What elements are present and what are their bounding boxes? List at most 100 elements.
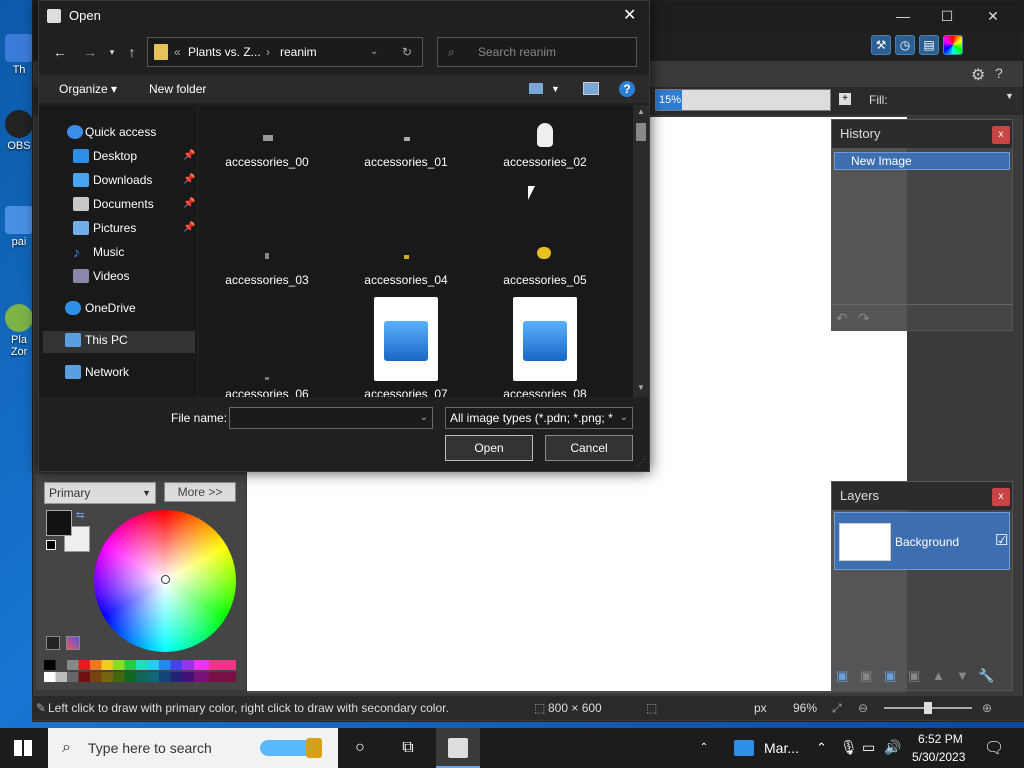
nav-music[interactable]: ♪ Music [39,241,197,263]
file-item[interactable]: accessories_08 [485,297,605,397]
taskbar-paintdotnet[interactable] [436,728,480,768]
desktop-icon-2[interactable]: pai [2,206,36,248]
zoom-in-icon[interactable]: ⊕ [982,696,992,720]
new-folder-button[interactable]: New folder [149,75,206,103]
refresh-icon[interactable]: ↻ [402,38,412,66]
zoom-level[interactable]: 96% [793,696,817,720]
network-icon[interactable]: ▭ [862,739,875,756]
recent-locations-chevron-icon[interactable]: ▾ [101,41,123,63]
search-box[interactable]: ⌕ Search reanim [437,37,637,67]
desktop-icon-1[interactable]: OBS [2,110,36,152]
undo-icon[interactable]: ↶ [836,310,848,327]
scroll-taskbar-icon[interactable]: ⌃ [692,736,716,760]
show-hidden-icons[interactable]: ⌃ [816,740,827,756]
notifications-icon[interactable]: 🗨 [984,738,1004,758]
cortana-icon[interactable]: ○ [348,736,372,760]
file-item[interactable]: accessories_04 [346,237,466,287]
redo-icon[interactable]: ↷ [858,310,870,327]
organize-button[interactable]: Organize ▾ [59,75,117,103]
merge-layer-icon[interactable]: ▣ [908,668,920,684]
scrollbar-thumb[interactable] [636,123,646,141]
file-item[interactable]: accessories_00 [207,119,327,169]
maximize-button[interactable]: ☐ [927,5,967,27]
breadcrumb-overflow[interactable]: « [174,38,181,66]
swap-colors-icon[interactable]: ⇆ [76,510,84,521]
file-item[interactable]: accessories_07 [346,297,466,397]
colors-window-icon[interactable] [943,35,963,55]
palette-icon[interactable] [66,636,80,650]
move-layer-up-icon[interactable]: ▲ [932,668,945,683]
windows-start-icon[interactable] [14,740,32,756]
help-button[interactable]: ? [619,81,635,97]
zoom-out-icon[interactable]: ⊖ [858,696,868,720]
tools-icon[interactable]: ⚒ [871,35,891,55]
duplicate-layer-icon[interactable]: ▣ [884,668,896,684]
file-name-input[interactable]: ⌄ [229,407,433,429]
weather-label[interactable]: Mar... [764,740,799,756]
file-item[interactable]: accessories_03 [207,237,327,287]
palette-swatches-dark[interactable] [44,672,236,682]
file-item[interactable]: accessories_06 [207,295,327,397]
breadcrumb-current[interactable]: reanim [280,38,317,66]
delete-layer-icon[interactable]: ▣ [860,668,872,684]
layer-visible-checkbox[interactable]: ☑ [995,531,1008,549]
weather-icon[interactable] [734,740,754,756]
scroll-up-icon[interactable]: ▲ [637,107,645,116]
back-button[interactable]: ← [49,41,71,63]
more-colors-button[interactable]: More >> [164,482,236,502]
cancel-button[interactable]: Cancel [545,435,633,461]
file-item[interactable]: accessories_05 [485,237,605,287]
add-to-palette-icon[interactable] [46,636,60,650]
resize-grip-icon[interactable]: ⋰ [637,457,646,468]
file-type-select[interactable]: All image types (*.pdn; *.png; * ⌄ [445,407,633,429]
clock-date[interactable]: 5/30/2023 [912,750,965,764]
desktop-icon-3[interactable]: Pla Zor [2,304,36,358]
nav-desktop[interactable]: Desktop 📌 [39,145,197,167]
layer-properties-icon[interactable]: 🔧 [978,668,994,684]
up-button[interactable]: ↑ [121,41,143,63]
history-item[interactable]: New Image [834,152,1010,170]
move-layer-down-icon[interactable]: ▼ [956,668,969,683]
help-icon[interactable]: ? [995,65,1003,81]
zoom-to-window-icon[interactable]: ⤢ [832,696,842,720]
nav-network[interactable]: Network [39,361,197,383]
color-mode-select[interactable]: Primary ▼ [44,482,156,504]
layers-close-button[interactable]: x [992,488,1010,506]
minimize-button[interactable]: — [883,5,923,27]
nav-pictures[interactable]: Pictures 📌 [39,217,197,239]
file-item[interactable]: accessories_01 [346,119,466,169]
close-button[interactable]: ✕ [973,5,1013,27]
layers-window-icon[interactable]: ▤ [919,35,939,55]
palette-swatches[interactable] [44,660,236,670]
nav-quick-access[interactable]: Quick access [39,121,197,143]
nav-documents[interactable]: Documents 📌 [39,193,197,215]
expand-icon[interactable]: + [839,93,851,105]
view-chevron-icon[interactable]: ▼ [551,75,560,103]
reset-colors-icon[interactable] [46,540,56,550]
primary-color-swatch[interactable] [46,510,72,536]
settings-icon[interactable]: ⚙ [971,65,985,85]
history-window-icon[interactable]: ◷ [895,35,915,55]
address-bar[interactable]: « Plants vs. Z... › reanim ⌄ ↻ [147,37,423,67]
scroll-down-icon[interactable]: ▼ [637,383,645,392]
nav-onedrive[interactable]: OneDrive [39,297,197,319]
fill-dropdown-chevron-icon[interactable]: ▼ [1005,91,1014,101]
layer-row[interactable]: Background ☑ [834,512,1010,570]
nav-this-pc[interactable]: This PC [39,329,197,351]
address-dropdown-chevron-icon[interactable]: ⌄ [370,38,378,66]
task-view-icon[interactable]: ⧉ [396,736,420,760]
volume-icon[interactable]: 🔊 [884,739,901,756]
breadcrumb-parent[interactable]: Plants vs. Z... [188,38,261,66]
clock-time[interactable]: 6:52 PM [918,732,963,746]
dialog-close-button[interactable]: ✕ [623,1,636,31]
file-list-scrollbar[interactable]: ▲ ▼ [633,105,649,397]
desktop-icon-0[interactable]: Th [2,34,36,76]
microphone-icon[interactable]: 🎙 [840,739,858,756]
file-item[interactable]: accessories_02 [485,119,605,169]
open-button[interactable]: Open [445,435,533,461]
zoom-slider-handle[interactable] [924,702,932,714]
taskbar-search[interactable]: ⌕ Type here to search [48,728,338,768]
nav-videos[interactable]: Videos [39,265,197,287]
forward-button[interactable]: → [79,41,101,63]
color-picker-handle[interactable] [161,575,170,584]
